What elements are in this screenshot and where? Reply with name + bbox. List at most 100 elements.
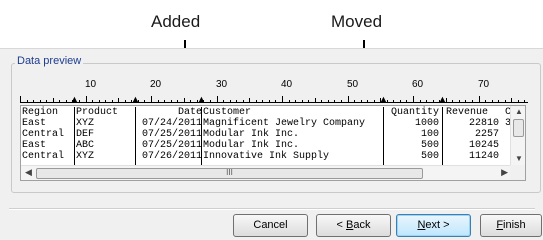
column-break-line[interactable] — [383, 107, 384, 167]
cancel-button-label: Cancel — [253, 219, 288, 231]
back-button-label: ack — [353, 219, 371, 231]
ruler-tick — [170, 100, 172, 103]
text-import-dialog: Data preview 10 20 30 40 50 60 70 ▲ ▲ ▲ … — [0, 48, 543, 240]
cancel-button[interactable]: Cancel — [233, 214, 308, 237]
preview-row: East XYZ 07/24/2011 Magnificent Jewelry … — [21, 118, 513, 129]
ruler-tick — [92, 100, 94, 103]
cell: 07/25/2011 — [141, 140, 202, 151]
ruler-tick — [334, 100, 336, 103]
vertical-scrollbar[interactable]: ▲ ▼ — [510, 106, 525, 166]
next-button[interactable]: Next > — [396, 214, 471, 237]
break-marker-icon[interactable]: ▲ — [438, 95, 447, 104]
column-break-line[interactable] — [135, 107, 136, 167]
back-button-prefix: < — [336, 219, 346, 231]
ruler-label-40: 40 — [281, 79, 293, 90]
ruler-tick — [399, 100, 401, 103]
cell: Revenue — [446, 107, 489, 118]
column-ruler[interactable]: 10 20 30 40 50 60 70 ▲ ▲ ▲ ▲ ▲ — [20, 77, 528, 105]
break-marker-icon[interactable]: ▲ — [70, 95, 79, 104]
data-preview-pane[interactable]: Region Product Date Customer Quantity Re… — [20, 105, 526, 181]
ruler-tick — [236, 100, 238, 103]
preview-row: Central DEF 07/25/2011 Modular Ink Inc. … — [21, 129, 513, 140]
ruler-label-30: 30 — [216, 79, 228, 90]
cell: 10245 — [468, 140, 499, 151]
cell: 07/26/2011 — [141, 151, 202, 162]
cell: Central — [22, 129, 65, 140]
break-marker-icon[interactable]: ▲ — [131, 95, 140, 104]
preview-header-row: Region Product Date Customer Quantity Re… — [21, 107, 513, 118]
cell: XYZ — [76, 118, 95, 129]
next-button-label: ext > — [425, 219, 450, 231]
ruler-tick — [314, 98, 316, 103]
preview-row: Central XYZ 07/26/2011 Innovative Ink Su… — [21, 151, 513, 162]
cell: Region — [22, 107, 59, 118]
back-button[interactable]: < Back — [316, 214, 391, 237]
ruler-tick — [308, 100, 310, 103]
ruler-tick — [432, 100, 434, 103]
callout-added-label: Added — [151, 12, 201, 31]
ruler-tick — [282, 96, 283, 103]
column-break-line[interactable] — [201, 107, 202, 167]
ruler-tick — [517, 100, 519, 103]
ruler-tick — [406, 100, 408, 103]
scroll-down-arrow-icon[interactable]: ▼ — [515, 154, 523, 163]
ruler-tick — [367, 100, 369, 103]
ruler-tick — [354, 100, 356, 103]
ruler-tick — [157, 100, 159, 103]
break-marker-icon[interactable]: ▲ — [379, 95, 388, 104]
ruler-tick — [229, 100, 231, 103]
ruler-tick — [465, 100, 467, 103]
ruler-tick — [65, 100, 67, 103]
ruler-tick — [373, 100, 375, 103]
preview-row: East ABC 07/25/2011 Modular Ink Inc. 500… — [21, 140, 513, 151]
ruler-tick — [255, 100, 257, 103]
ruler-tick — [360, 100, 362, 103]
cell: 1000 — [414, 118, 439, 129]
ruler-label-70: 70 — [478, 79, 490, 90]
ruler-tick — [426, 100, 428, 103]
cell: East — [22, 118, 47, 129]
ruler-tick — [111, 100, 113, 103]
finish-button[interactable]: Finish — [480, 214, 542, 237]
ruler-tick — [458, 100, 460, 103]
vertical-scroll-thumb[interactable] — [513, 119, 524, 137]
cell: 500 — [420, 151, 439, 162]
column-break-line[interactable] — [74, 107, 75, 167]
horizontal-scrollbar[interactable]: ◀ III ▶ — [21, 165, 512, 180]
scroll-right-arrow-icon[interactable]: ▶ — [501, 167, 508, 178]
ruler-tick — [216, 96, 218, 103]
ruler-tick — [327, 100, 329, 103]
ruler-tick — [262, 100, 264, 103]
ruler-tick — [209, 100, 211, 103]
column-break-line[interactable] — [442, 107, 443, 167]
ruler-label-20: 20 — [150, 79, 162, 90]
scroll-up-arrow-icon[interactable]: ▲ — [515, 107, 523, 116]
ruler-tick — [59, 100, 61, 103]
cell: East — [22, 140, 47, 151]
ruler-tick — [118, 98, 120, 103]
ruler-tick — [39, 100, 41, 103]
cell: Central — [22, 151, 65, 162]
ruler-tick — [419, 100, 421, 103]
ruler-tick — [471, 100, 473, 103]
data-preview-title: Data preview — [15, 55, 84, 67]
cell: Modular Ink Inc. — [203, 129, 300, 140]
cell: 07/24/2011 — [141, 118, 202, 129]
ruler-tick — [491, 100, 493, 103]
cell: XYZ — [76, 151, 95, 162]
cell: 100 — [420, 129, 439, 140]
ruler-tick — [190, 100, 192, 103]
horizontal-scroll-thumb[interactable]: III — [36, 168, 423, 179]
ruler-tick — [301, 100, 303, 103]
ruler-tick — [288, 100, 290, 103]
ruler-tick — [46, 100, 48, 103]
break-marker-icon[interactable]: ▲ — [197, 95, 206, 104]
cell: Date — [177, 107, 202, 118]
cell: Customer — [203, 107, 252, 118]
ruler-tick — [52, 98, 54, 103]
ruler-label-10: 10 — [85, 79, 97, 90]
cell: 22810 — [468, 118, 499, 129]
scroll-left-arrow-icon[interactable]: ◀ — [25, 167, 32, 178]
ruler-tick — [242, 100, 244, 103]
ruler-label-60: 60 — [412, 79, 424, 90]
